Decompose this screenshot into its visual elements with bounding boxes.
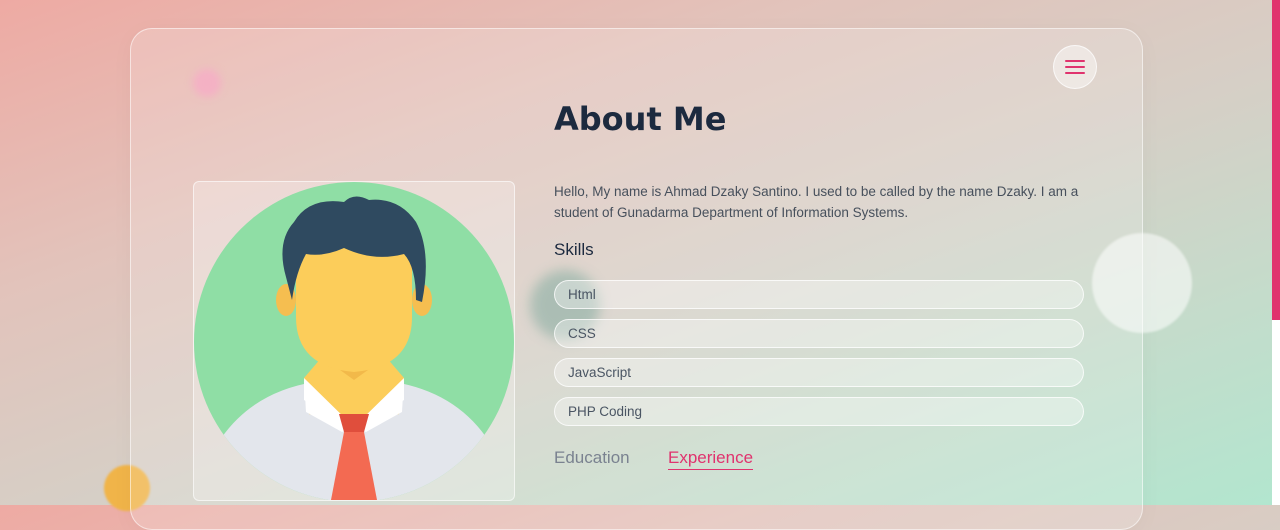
- decorative-white-blob: [1092, 233, 1192, 333]
- skill-item-css: CSS: [554, 319, 1084, 348]
- tab-education[interactable]: Education: [554, 448, 630, 468]
- menu-button[interactable]: [1053, 45, 1097, 89]
- bio-text: Hello, My name is Ahmad Dzaky Santino. I…: [554, 184, 1079, 220]
- skill-item-javascript: JavaScript: [554, 358, 1084, 387]
- page-title: About Me: [554, 100, 727, 138]
- avatar: [193, 181, 515, 501]
- skills-heading: Skills: [554, 240, 594, 259]
- scrollbar-thumb[interactable]: [1272, 0, 1280, 320]
- skill-item-php: PHP Coding: [554, 397, 1084, 426]
- skill-item-html: Html: [554, 280, 1084, 309]
- tab-experience[interactable]: Experience: [668, 448, 754, 470]
- hamburger-menu-icon: [1065, 56, 1085, 78]
- user-avatar-icon: [194, 182, 514, 500]
